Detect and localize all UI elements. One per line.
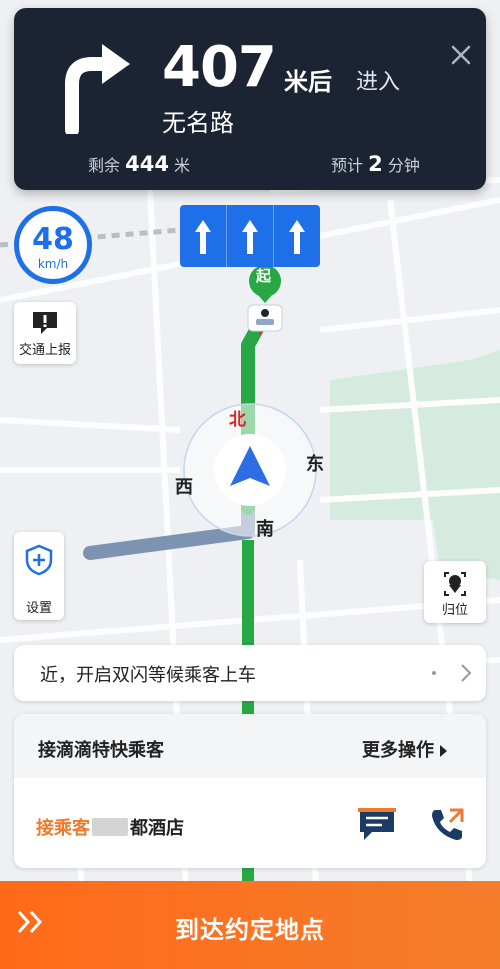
speed-value: 48: [32, 222, 74, 257]
passenger-pin-dot: [261, 309, 269, 317]
remaining-unit: 米: [174, 156, 191, 175]
eta-label: 预计: [331, 156, 364, 175]
passenger-pin-base: [256, 319, 274, 325]
caret-right-icon: [440, 745, 447, 757]
straight-arrow-icon: [195, 220, 211, 254]
order-title: 接滴滴特快乘客: [38, 740, 164, 761]
shield-plus-icon: [25, 544, 53, 576]
lane-2: [227, 205, 274, 267]
locate-icon: [444, 572, 466, 596]
chevron-right-icon: [461, 664, 472, 682]
locate-label: 归位: [441, 603, 468, 618]
road-name: 无名路: [162, 109, 234, 137]
remaining-distance: 剩余 444 米: [88, 152, 190, 176]
compass-north: 北: [229, 410, 246, 430]
start-marker-label: 起: [256, 267, 272, 285]
pickup-label: 接乘客: [36, 818, 90, 839]
straight-arrow-icon: [242, 220, 258, 254]
speed-indicator: 48 km/h: [14, 206, 92, 284]
more-actions-button[interactable]: 更多操作: [362, 736, 447, 762]
masked-text: [92, 818, 128, 836]
turn-action: 进入: [356, 70, 401, 95]
turn-distance-unit: 米后: [284, 68, 332, 96]
settings-label: 设置: [25, 601, 52, 616]
compass-east: 东: [306, 454, 324, 475]
pickup-place: 都酒店: [130, 818, 184, 839]
close-icon[interactable]: [446, 40, 476, 70]
lane-1: [180, 205, 227, 267]
notice-bar[interactable]: 近，开启双闪等候乘客上车: [14, 645, 486, 701]
compass-west: 西: [175, 477, 193, 498]
notice-dot: [432, 671, 436, 675]
compass-south: 南: [256, 519, 274, 540]
turn-right-icon: [65, 44, 130, 134]
navigation-card: 407 米后 进入 无名路 剩余 444 米 预计 2 分钟: [14, 8, 486, 190]
speed-unit: km/h: [37, 257, 69, 271]
pickup-info: 接乘客 都酒店: [36, 814, 184, 840]
message-icon[interactable]: [358, 808, 396, 842]
arrive-button[interactable]: 到达约定地点: [0, 881, 500, 969]
turn-distance: 407: [162, 35, 277, 100]
lane-3: [274, 205, 320, 267]
eta-value: 2: [368, 152, 383, 176]
lane-guidance: [180, 205, 320, 267]
order-card: 接滴滴特快乘客 更多操作 接乘客 都酒店: [14, 714, 486, 868]
traffic-report-label: 交通上报: [18, 343, 71, 358]
remaining-label: 剩余: [88, 156, 121, 175]
more-actions-label: 更多操作: [362, 740, 434, 761]
eta: 预计 2 分钟: [331, 152, 420, 176]
start-marker-tail: [258, 295, 272, 303]
report-icon: [33, 312, 57, 334]
straight-arrow-icon: [289, 220, 305, 254]
traffic-report-button[interactable]: 交通上报: [14, 302, 76, 364]
locate-button[interactable]: 归位: [424, 561, 486, 623]
arrive-label: 到达约定地点: [175, 916, 325, 944]
phone-icon[interactable]: [428, 806, 466, 844]
eta-unit: 分钟: [387, 156, 420, 175]
settings-button[interactable]: 设置: [14, 532, 64, 620]
notice-text: 近，开启双闪等候乘客上车: [40, 665, 256, 686]
remaining-value: 444: [125, 152, 169, 176]
passenger-pin: [247, 304, 283, 332]
